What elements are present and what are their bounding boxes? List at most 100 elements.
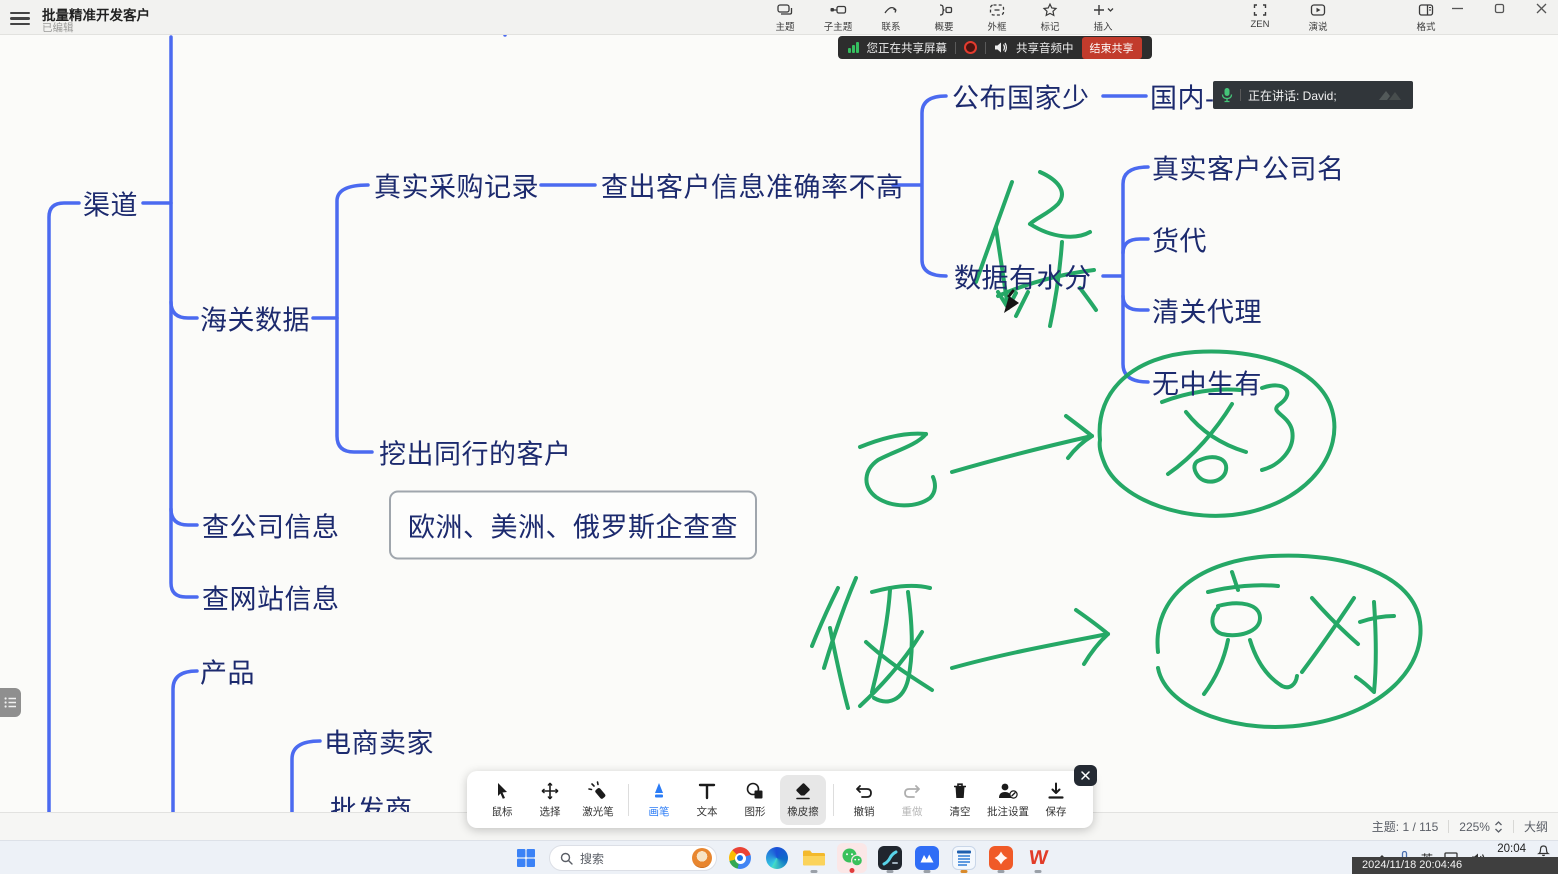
notebook-app-icon (952, 846, 976, 870)
taskbar-app-capcut[interactable] (876, 842, 904, 874)
clear-all-button[interactable]: 清空 (937, 775, 983, 825)
taskbar-app-wechat[interactable] (837, 843, 867, 873)
format-label: 格式 (1416, 19, 1435, 33)
minimize-button[interactable] (1446, 0, 1468, 16)
topic-label: 主题 (775, 19, 794, 33)
eraser-tool[interactable]: 橡皮擦 (780, 775, 826, 825)
outline-panel-toggle[interactable] (0, 688, 21, 717)
node-ecommerce-seller[interactable]: 电商卖家 (324, 722, 434, 761)
undo-button[interactable]: 撤销 (841, 775, 887, 825)
taskbar-app-notebook[interactable] (950, 842, 978, 874)
node-company-info[interactable]: 查公司信息 (202, 506, 340, 545)
chrome-icon (729, 847, 751, 869)
pitch-mode-button[interactable]: 演说 (1296, 2, 1340, 33)
shapes-icon (745, 781, 765, 801)
annotation-toolbar: 鼠标 选择 激光笔 画笔 文本 图形 橡皮擦 撤销 (467, 771, 1093, 828)
start-button[interactable] (512, 842, 540, 874)
text-tool[interactable]: 文本 (684, 775, 730, 825)
running-indicator (924, 870, 931, 873)
maximize-button[interactable] (1488, 0, 1510, 16)
node-website-info[interactable]: 查网站信息 (202, 578, 340, 617)
subtopic-label: 子主题 (824, 19, 853, 33)
main-toolbar: 主题 子主题 联系 概要 外框 标记 (763, 2, 1125, 33)
search-highlight-icon[interactable] (692, 848, 712, 868)
menu-icon[interactable] (10, 9, 30, 25)
boundary-button[interactable]: 外框 (975, 2, 1019, 33)
taskbar-clock[interactable]: 20:04 (1497, 841, 1526, 855)
notification-bell-icon[interactable] (1537, 844, 1550, 857)
node-qichacha-regions[interactable]: 欧洲、美洲、俄罗斯企查查 (389, 491, 757, 560)
tool-label: 画笔 (649, 804, 670, 819)
running-indicator (1035, 870, 1042, 873)
node-domestic[interactable]: 国内- (1150, 77, 1215, 116)
zen-mode-button[interactable]: ZEN (1238, 2, 1282, 33)
node-channel[interactable]: 渠道 (83, 184, 138, 223)
view-toolbar: ZEN 演说 (1238, 2, 1340, 33)
close-annotation-toolbar-button[interactable] (1074, 765, 1097, 786)
close-button[interactable] (1530, 0, 1552, 16)
screen-share-bar: 您正在共享屏幕 共享音频中 结束共享 (838, 36, 1152, 59)
node-purchase-records[interactable]: 真实采购记录 (374, 166, 539, 205)
zoom-level: 225% (1459, 820, 1490, 834)
undo-icon (854, 781, 874, 801)
node-real-company-name[interactable]: 真实客户公司名 (1152, 148, 1345, 187)
tool-label: 橡皮擦 (787, 804, 819, 819)
node-freight-forwarder[interactable]: 货代 (1152, 220, 1207, 259)
taskbar-search[interactable]: 搜索 (549, 845, 717, 871)
topic-button[interactable]: 主题 (763, 2, 807, 33)
tool-label: 激光笔 (582, 804, 614, 819)
node-customs-data[interactable]: 海关数据 (200, 299, 310, 338)
pen-tool[interactable]: 画笔 (636, 775, 682, 825)
node-customs-broker[interactable]: 清关代理 (1152, 291, 1262, 330)
node-few-countries[interactable]: 公布国家少 (952, 77, 1090, 116)
zoom-control[interactable]: 225% (1459, 820, 1503, 834)
screen: 渠道 海关数据 真实采购记录 查出客户信息准确率不高 公布国家少 国内- 数据有… (0, 0, 1558, 874)
node-product[interactable]: 产品 (200, 652, 255, 691)
download-icon (1046, 781, 1066, 801)
dark-app-icon (878, 846, 902, 870)
divider (628, 784, 629, 816)
select-tool[interactable]: 选择 (527, 775, 573, 825)
relationship-button[interactable]: 联系 (869, 2, 913, 33)
speaking-toast: 正在讲话: David; (1213, 81, 1413, 109)
node-dig-peer-customers[interactable]: 挖出同行的客户 (379, 433, 572, 472)
record-button[interactable] (964, 41, 977, 54)
eraser-icon (793, 781, 813, 801)
save-annotation-button[interactable]: 保存 (1033, 775, 1079, 825)
format-panel-icon (1417, 2, 1435, 18)
cursor-icon (492, 781, 512, 801)
shape-tool[interactable]: 图形 (732, 775, 778, 825)
format-panel-button[interactable]: 格式 (1404, 2, 1448, 33)
laser-pointer-tool[interactable]: 激光笔 (575, 775, 621, 825)
outline-view-button[interactable]: 大纲 (1524, 818, 1548, 835)
node-fabricated[interactable]: 无中生有 (1152, 363, 1262, 402)
taskbar-app-orange[interactable] (987, 842, 1015, 874)
marker-button[interactable]: 标记 (1028, 2, 1072, 33)
marker-label: 标记 (1040, 19, 1059, 33)
running-indicator (961, 870, 968, 873)
taskbar-app-chrome[interactable] (726, 842, 754, 874)
taskbar-app-wps[interactable]: W (1024, 842, 1052, 874)
taskbar-app-edge[interactable] (763, 842, 791, 874)
insert-button[interactable]: 插入 (1081, 2, 1125, 33)
annotation-settings-button[interactable]: 批注设置 (985, 775, 1031, 825)
marker-star-icon (1041, 2, 1059, 18)
summary-button[interactable]: 概要 (922, 2, 966, 33)
relationship-icon (882, 2, 900, 18)
redo-button[interactable]: 重做 (889, 775, 935, 825)
stop-share-button[interactable]: 结束共享 (1082, 37, 1142, 59)
topic-counter: 主题: 1 / 115 (1372, 818, 1438, 835)
node-accuracy-low[interactable]: 查出客户信息准确率不高 (601, 166, 904, 205)
search-icon (560, 852, 573, 865)
subtopic-button[interactable]: 子主题 (816, 2, 860, 33)
meeting-watermark-icon (1375, 86, 1405, 104)
mouse-tool[interactable]: 鼠标 (479, 775, 525, 825)
datetime-tooltip: 2024/11/18 20:04:46 (1352, 857, 1558, 874)
folder-icon (802, 848, 826, 868)
taskbar-app-meeting[interactable] (913, 842, 941, 874)
zen-label: ZEN (1251, 19, 1270, 30)
windows-taskbar: 搜索 (0, 840, 1558, 874)
taskbar-app-explorer[interactable] (800, 842, 828, 874)
running-indicator (998, 870, 1005, 873)
microphone-icon (1221, 87, 1233, 103)
